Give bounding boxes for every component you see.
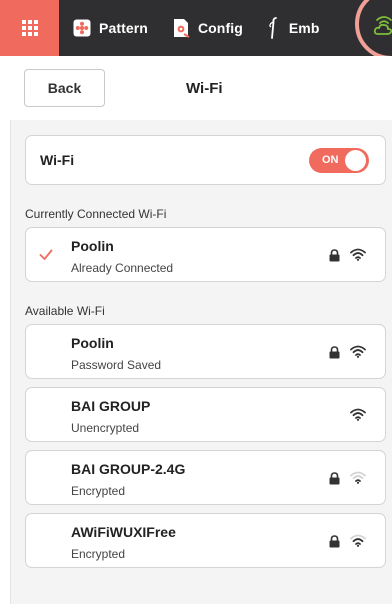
available-network-item[interactable]: BAI GROUP-2.4G Encrypted <box>25 450 386 505</box>
lock-icon <box>329 346 340 364</box>
connected-section-label: Currently Connected Wi-Fi <box>25 207 167 221</box>
page-title: Wi-Fi <box>186 80 223 97</box>
network-status: Already Connected <box>71 261 174 275</box>
network-name: Poolin <box>71 238 114 254</box>
network-status: Encrypted <box>71 484 126 498</box>
wifi-toggle-card: Wi-Fi ON <box>25 135 386 185</box>
menu-button[interactable] <box>0 0 59 56</box>
available-network-item[interactable]: Poolin Password Saved <box>25 324 386 379</box>
cloud-wifi-button[interactable] <box>355 0 392 56</box>
lock-icon <box>329 472 340 490</box>
tab-pattern-label: Pattern <box>99 20 148 36</box>
back-button[interactable]: Back <box>24 69 105 107</box>
toggle-knob <box>345 150 366 171</box>
network-status: Password Saved <box>71 358 162 372</box>
tab-emb-label: Emb <box>288 20 320 36</box>
wifi-signal-strong-icon <box>350 345 366 363</box>
network-name: BAI GROUP <box>71 398 151 414</box>
network-name: AWiFiWUXIFree <box>71 524 176 540</box>
config-icon <box>172 18 190 38</box>
wifi-toggle-state: ON <box>322 154 339 166</box>
network-status: Unencrypted <box>71 421 140 435</box>
cloud-wifi-icon <box>373 16 392 35</box>
tab-emb[interactable]: Emb <box>267 0 320 56</box>
pattern-icon <box>73 19 91 37</box>
network-status: Encrypted <box>71 547 126 561</box>
available-network-item[interactable]: AWiFiWUXIFree Encrypted <box>25 513 386 568</box>
connected-network-item[interactable]: Poolin Already Connected <box>25 227 386 282</box>
network-name: Poolin <box>71 335 114 351</box>
wifi-signal-medium-icon <box>350 534 366 552</box>
lock-icon <box>329 535 340 553</box>
tab-config[interactable]: Config <box>172 0 243 56</box>
embroidery-needle-icon <box>267 17 281 39</box>
top-nav-bar: Pattern Config Emb <box>0 0 392 56</box>
wifi-signal-weak-icon <box>350 471 366 489</box>
wifi-signal-strong-icon <box>350 408 366 426</box>
network-name: BAI GROUP-2.4G <box>71 461 186 477</box>
available-network-item[interactable]: BAI GROUP Unencrypted <box>25 387 386 442</box>
wifi-settings-panel: Wi-Fi ON Currently Connected Wi-Fi Pooli… <box>10 120 392 604</box>
grid-menu-icon <box>21 20 38 36</box>
wifi-toggle-switch[interactable]: ON <box>309 148 369 173</box>
available-section-label: Available Wi-Fi <box>25 304 105 318</box>
tab-config-label: Config <box>197 20 243 36</box>
page-header: Back Wi-Fi <box>0 56 392 120</box>
wifi-signal-strong-icon <box>350 248 366 266</box>
lock-icon <box>329 249 340 267</box>
tab-pattern[interactable]: Pattern <box>73 0 148 56</box>
wifi-toggle-label: Wi-Fi <box>40 152 75 168</box>
check-icon <box>39 248 53 266</box>
